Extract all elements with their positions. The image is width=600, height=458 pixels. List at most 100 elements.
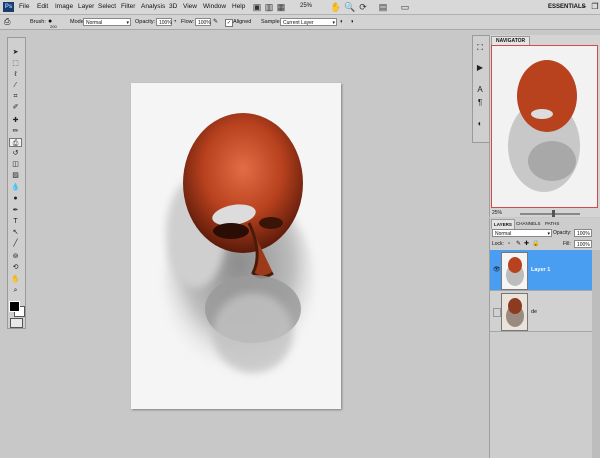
menu-window[interactable]: Window [203,0,226,14]
path-select-tool-icon[interactable]: ↖ [9,228,22,237]
rotate-view-icon[interactable]: ⟳ [358,2,368,12]
layer-name[interactable]: de [531,309,537,315]
mode-select[interactable]: Normal ▾ [83,18,131,26]
brush-label: Brush: [30,19,46,25]
pen-tool-icon[interactable]: ✒ [9,206,22,215]
lock-image-icon[interactable]: ✎ [516,240,521,248]
mini-bridge-icon[interactable]: ▥ [264,2,274,12]
blend-mode-select[interactable]: Normal ▾ [492,229,552,237]
3d-rotate-tool-icon[interactable]: ⊚ [9,252,22,261]
menu-edit[interactable]: Edit [37,0,48,14]
brush-size: 200 [50,24,57,29]
minimize-button[interactable]: – [579,2,589,11]
marquee-tool-icon[interactable]: ⬚ [9,59,22,68]
lasso-tool-icon[interactable]: ℓ [9,70,22,79]
paragraph-panel-icon[interactable]: ¶ [474,97,486,109]
history-brush-tool-icon[interactable]: ↺ [9,149,22,158]
gradient-tool-icon[interactable]: ▨ [9,171,22,180]
menu-select[interactable]: Select [98,0,116,14]
dodge-tool-icon[interactable]: ● [9,194,22,203]
extras-icon[interactable]: ▦ [276,2,286,12]
layer-thumbnail-image [502,253,527,289]
actions-panel-icon[interactable]: ▶ [474,62,486,74]
photoshop-logo: Ps [3,2,14,12]
menu-filter[interactable]: Filter [121,0,135,14]
navigator-thumbnail[interactable] [491,45,598,208]
ignore-adjustment-icon[interactable]: ◐ [340,15,344,29]
flow-input[interactable]: 100% [195,18,211,26]
bridge-icon[interactable]: ▣ [252,2,262,12]
layers-scrollbar[interactable] [592,250,600,458]
restore-button[interactable]: ❐ [590,2,600,11]
layer-opacity-label: Opacity: [553,230,572,236]
chevron-down-icon: ▾ [547,231,550,237]
clone-stamp-preset-icon[interactable]: ⎙ [4,15,10,29]
hand-icon[interactable]: ✋ [330,2,341,12]
sample-label: Sample: [261,19,282,25]
lock-transparent-icon[interactable]: ▫ [508,240,510,248]
menu-help[interactable]: Help [232,0,245,14]
eyedropper-tool-icon[interactable]: ✐ [9,103,22,112]
chevron-down-icon: ▾ [332,20,335,26]
eye-icon[interactable]: 👁 [493,266,501,274]
quick-select-tool-icon[interactable]: ⁄ [9,81,22,90]
mode-select-value: Normal [86,20,103,26]
portrait-image [131,83,341,409]
3d-orbit-tool-icon[interactable]: ⟲ [9,263,22,272]
flow-label: Flow: [181,19,195,25]
visibility-toggle[interactable] [493,308,501,317]
healing-brush-tool-icon[interactable]: ✚ [9,116,22,125]
quick-mask-button[interactable] [10,318,23,328]
eraser-tool-icon[interactable]: ◫ [9,160,22,169]
tab-paths[interactable]: PATHS [543,219,561,228]
menu-3d[interactable]: 3D [169,0,177,14]
opacity-input[interactable]: 100% [156,18,172,26]
pressure-size-icon[interactable]: ◑ [350,15,354,29]
menu-layer[interactable]: Layer [78,0,94,14]
screen-mode-icon[interactable]: ▭ [400,2,410,12]
shape-tool-icon[interactable]: ╱ [9,239,22,248]
navigator-zoom-slider-handle[interactable] [552,210,555,217]
sample-select[interactable]: Current Layer ▾ [280,18,337,26]
navigator-zoom-slider[interactable] [520,213,580,215]
blur-tool-icon[interactable]: 💧 [9,183,22,192]
aligned-label: Aligned [233,19,252,25]
zoom-level[interactable]: 25% [300,2,326,11]
menu-file[interactable]: File [19,0,29,14]
foreground-color-swatch[interactable] [9,301,20,312]
blend-mode-value: Normal [495,231,512,237]
menu-view[interactable]: View [183,0,197,14]
chevron-down-icon: ▾ [126,20,129,26]
character-panel-icon[interactable]: A [474,84,486,96]
tab-layers[interactable]: LAYERS [491,219,515,229]
document-canvas[interactable] [131,83,341,409]
layer-name[interactable]: Layer 1 [531,267,550,273]
clone-stamp-tool-icon[interactable]: ⎙ [9,138,22,147]
history-panel-icon[interactable]: ⛶ [474,42,486,54]
zoom-tool-icon[interactable]: ⌕ [9,286,22,295]
opacity-label: Opacity: [135,19,156,25]
lock-all-icon[interactable]: 🔒 [532,240,539,248]
crop-tool-icon[interactable]: ⌗ [9,92,22,101]
menu-analysis[interactable]: Analysis [141,0,165,14]
hand-tool-icon[interactable]: ✋ [9,275,22,284]
clone-source-panel-icon[interactable]: ◐ [474,118,486,130]
type-tool-icon[interactable]: T [9,217,22,226]
tab-channels[interactable]: CHANNELS [514,219,543,228]
zoom-icon[interactable]: 🔍 [344,2,355,12]
airbrush-icon[interactable]: ✎ [213,15,218,29]
fill-label: Fill: [563,241,571,247]
pressure-opacity-icon[interactable]: ◔ [173,15,177,29]
layer-thumbnail-image [502,294,527,330]
fill-input[interactable]: 100% [574,240,592,248]
layer-thumbnail [501,252,528,290]
arrange-documents-icon[interactable]: ▤ [378,2,388,12]
layer-opacity-input[interactable]: 100% [574,229,592,237]
navigator-zoom-value[interactable]: 25% [492,210,502,216]
move-tool-icon[interactable]: ➤ [9,48,22,57]
lock-label: Lock: [492,241,504,247]
menu-image[interactable]: Image [55,0,73,14]
lock-position-icon[interactable]: ✚ [524,240,529,248]
aligned-checkbox[interactable]: ✓ [225,19,233,27]
brush-tool-icon[interactable]: ✏ [9,127,22,136]
